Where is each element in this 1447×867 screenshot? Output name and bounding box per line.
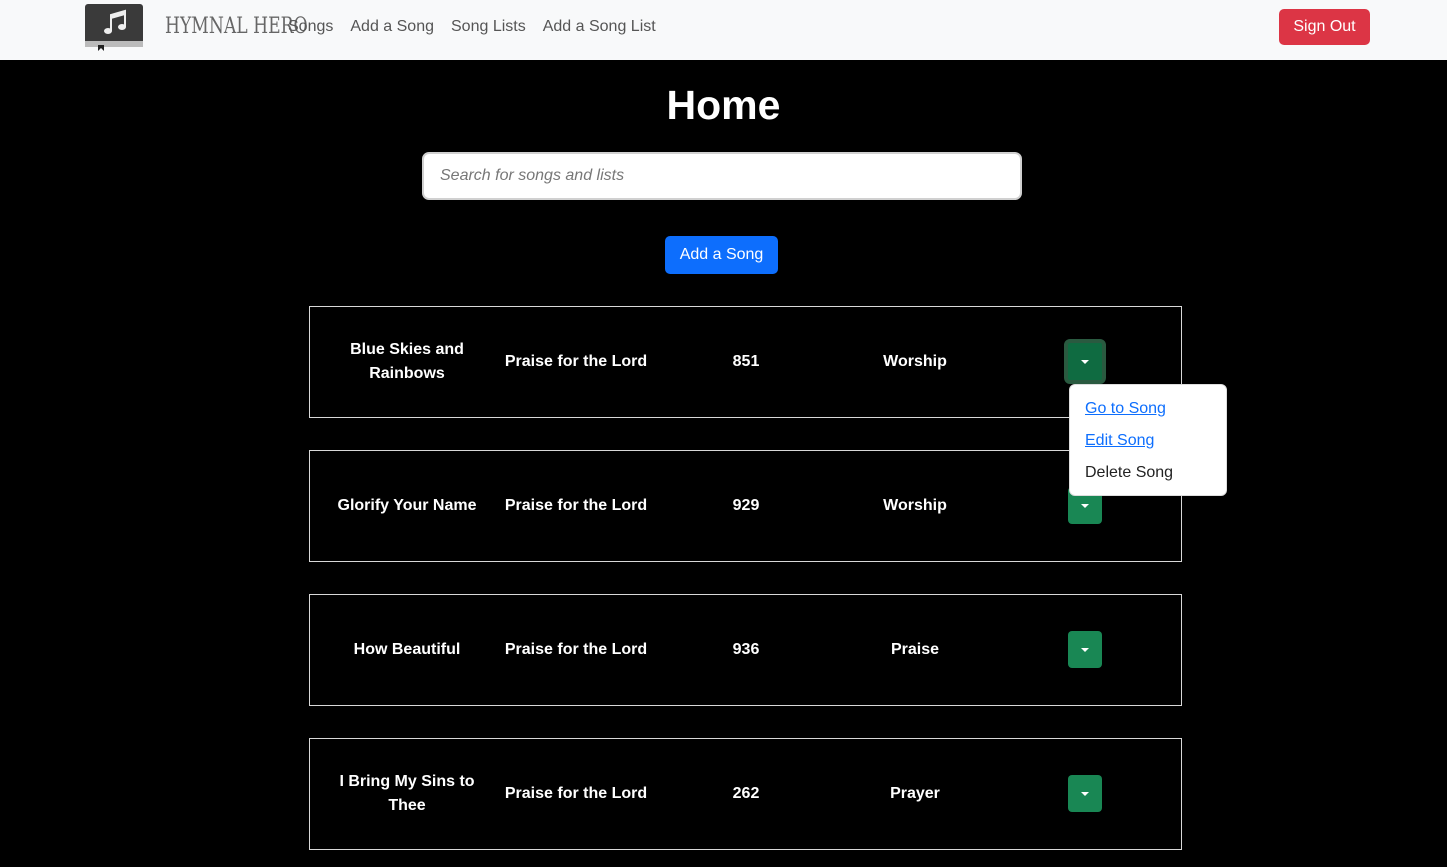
song-number: 262 [732, 785, 760, 802]
brand-name[interactable]: HYMNAL HERO [165, 14, 308, 39]
song-book: Praise for the Lord [504, 785, 648, 802]
edit-song-link[interactable]: Edit Song [1070, 429, 1226, 461]
go-to-song-link[interactable]: Go to Song [1070, 397, 1226, 429]
song-title: How Beautiful [353, 641, 461, 658]
sign-out-button[interactable]: Sign Out [1279, 9, 1370, 45]
song-book: Praise for the Lord [504, 497, 648, 514]
caret-down-icon [1081, 791, 1089, 796]
song-category: Praise [890, 641, 940, 658]
search-input[interactable] [422, 152, 1022, 200]
navbar: HYMNAL HERO Songs Add a Song Song Lists … [0, 0, 1447, 60]
nav-add-song[interactable]: Add a Song [350, 17, 434, 37]
song-actions-dropdown-button[interactable] [1068, 631, 1102, 668]
nav-add-song-list[interactable]: Add a Song List [543, 17, 656, 37]
song-title: Blue Skies and Rainbows [350, 341, 464, 382]
page-title: Home [666, 82, 781, 128]
caret-down-icon [1081, 359, 1089, 364]
song-category: Prayer [890, 785, 940, 802]
song-number: 936 [732, 641, 760, 658]
song-actions-dropdown-button[interactable] [1068, 775, 1102, 812]
song-number: 929 [732, 497, 760, 514]
song-row: Blue Skies and Rainbows Praise for the L… [309, 306, 1182, 418]
nav-songs[interactable]: Songs [288, 17, 333, 37]
song-actions-dropdown-button[interactable] [1064, 339, 1106, 384]
song-category: Worship [883, 497, 947, 514]
caret-down-icon [1081, 503, 1089, 508]
caret-down-icon [1081, 647, 1089, 652]
song-title: Glorify Your Name [337, 497, 477, 514]
nav-song-lists[interactable]: Song Lists [451, 17, 526, 37]
song-book: Praise for the Lord [504, 641, 648, 658]
song-title: I Bring My Sins to Thee [339, 773, 475, 814]
song-row: I Bring My Sins to Thee Praise for the L… [309, 738, 1182, 850]
song-category: Worship [883, 353, 947, 370]
song-actions-menu: Go to Song Edit Song Delete Song [1069, 384, 1227, 496]
delete-song-item[interactable]: Delete Song [1070, 461, 1226, 493]
nav-links: Songs Add a Song Song Lists Add a Song L… [288, 17, 673, 37]
song-number: 851 [732, 353, 760, 370]
add-song-button[interactable]: Add a Song [665, 236, 778, 274]
song-book: Praise for the Lord [504, 353, 648, 370]
song-row: Glorify Your Name Praise for the Lord 92… [309, 450, 1182, 562]
song-row: How Beautiful Praise for the Lord 936 Pr… [309, 594, 1182, 706]
music-book-icon[interactable] [84, 3, 144, 51]
